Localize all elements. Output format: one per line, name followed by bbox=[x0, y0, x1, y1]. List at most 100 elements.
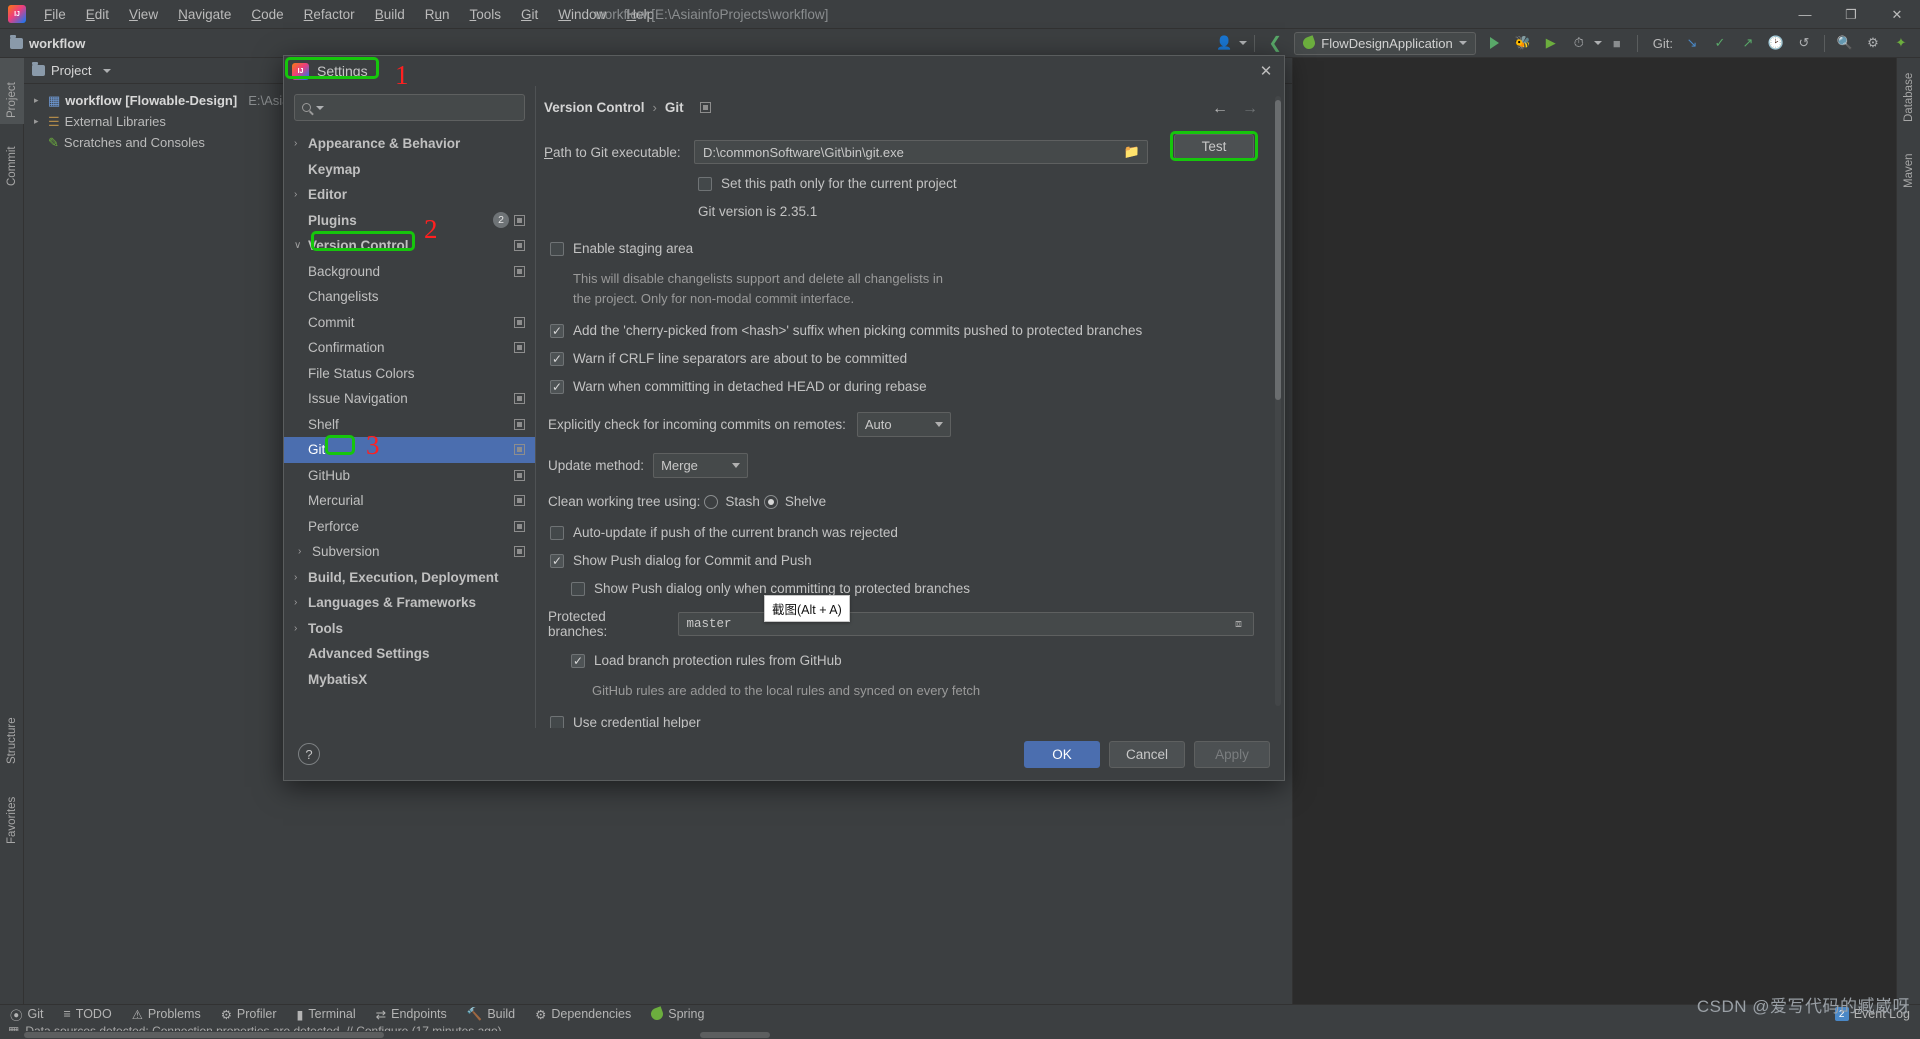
load-branch-rules-checkbox[interactable] bbox=[571, 653, 585, 668]
browse-folder-icon[interactable]: 📁 bbox=[1124, 144, 1140, 160]
settings-gear-icon[interactable]: ⚙ bbox=[1860, 31, 1886, 55]
menu-file[interactable]: FFileile bbox=[34, 4, 76, 25]
settings-tree-item-languages-frameworks[interactable]: › Languages & Frameworks bbox=[284, 590, 535, 616]
credential-helper-checkbox[interactable] bbox=[550, 715, 564, 728]
run-with-coverage-button[interactable]: ▶ bbox=[1538, 31, 1564, 55]
plugin-icon[interactable]: ✦ bbox=[1888, 31, 1914, 55]
crlf-row[interactable]: Warn if CRLF line separators are about t… bbox=[550, 351, 1254, 366]
scroll-thumb-left[interactable] bbox=[24, 1032, 384, 1038]
update-project-icon[interactable]: ❮ bbox=[1262, 31, 1288, 55]
settings-tree-item-editor[interactable]: › Editor bbox=[284, 182, 535, 208]
maximize-button[interactable]: ❐ bbox=[1828, 0, 1874, 29]
menu-tools[interactable]: Tools bbox=[460, 4, 512, 25]
apply-button[interactable]: Apply bbox=[1194, 740, 1270, 768]
settings-tree-item-perforce[interactable]: Perforce bbox=[284, 514, 535, 540]
search-input[interactable] bbox=[329, 100, 517, 115]
settings-vertical-scrollbar-thumb[interactable] bbox=[1275, 100, 1281, 400]
settings-tree-item-advanced-settings[interactable]: Advanced Settings bbox=[284, 641, 535, 667]
incoming-commits-dropdown[interactable]: Auto bbox=[856, 412, 951, 437]
bottom-tab-spring[interactable]: Spring bbox=[641, 1005, 714, 1024]
menu-build[interactable]: Build bbox=[365, 4, 415, 25]
git-update-icon[interactable]: ↘ bbox=[1679, 31, 1705, 55]
settings-tree-item-issue-navigation[interactable]: Issue Navigation bbox=[284, 386, 535, 412]
chevron-right-icon-2[interactable]: › bbox=[294, 189, 308, 200]
settings-tree-item-version-control[interactable]: ∨ Version Control bbox=[284, 233, 535, 259]
cancel-button[interactable]: Cancel bbox=[1108, 740, 1185, 768]
settings-tree-item-background[interactable]: Background bbox=[284, 259, 535, 285]
menu-view[interactable]: View bbox=[119, 4, 168, 25]
search-chevron-down-icon[interactable] bbox=[316, 105, 324, 110]
scroll-thumb-mid[interactable] bbox=[700, 1032, 770, 1038]
debug-button[interactable]: 🐝 bbox=[1510, 31, 1536, 55]
menu-refactor[interactable]: Refactor bbox=[294, 4, 365, 25]
set-path-only-checkbox[interactable] bbox=[698, 176, 712, 191]
settings-tree-item-build-execution-deployment[interactable]: › Build, Execution, Deployment bbox=[284, 565, 535, 591]
tool-tab-database[interactable]: Database bbox=[1897, 58, 1920, 128]
settings-tree-item-changelists[interactable]: Changelists bbox=[284, 284, 535, 310]
tool-tab-project[interactable]: Project bbox=[0, 58, 24, 124]
menu-run[interactable]: Run bbox=[415, 4, 460, 25]
set-path-only-row[interactable]: Set this path only for the current proje… bbox=[698, 176, 1254, 191]
window-controls[interactable]: — ❐ ✕ bbox=[1782, 0, 1920, 29]
test-git-button[interactable]: Test bbox=[1174, 134, 1254, 159]
settings-search-box[interactable] bbox=[294, 94, 525, 121]
help-button[interactable]: ? bbox=[298, 743, 320, 765]
tool-tab-structure[interactable]: Structure bbox=[0, 698, 24, 770]
credential-helper-row[interactable]: Use credential helper bbox=[550, 715, 1254, 728]
settings-tree-item-github[interactable]: GitHub bbox=[284, 463, 535, 489]
close-window-button[interactable]: ✕ bbox=[1874, 0, 1920, 29]
tool-tab-commit[interactable]: Commit bbox=[0, 130, 24, 192]
menu-code[interactable]: Code bbox=[241, 4, 293, 25]
menu-bar[interactable]: FFileile Edit View Navigate Code Refacto… bbox=[34, 4, 664, 25]
profiler-chevron-down-icon[interactable] bbox=[1593, 41, 1602, 45]
expand-editor-icon[interactable]: ⧈ bbox=[1235, 618, 1247, 630]
chevron-right-icon[interactable]: › bbox=[294, 138, 308, 149]
show-push-protected-checkbox[interactable] bbox=[571, 581, 585, 596]
bottom-tab-problems[interactable]: ⚠ Problems bbox=[122, 1005, 211, 1024]
profiler-button[interactable]: ⏱ bbox=[1566, 31, 1592, 55]
settings-close-button[interactable]: ✕ bbox=[1256, 61, 1276, 81]
stop-button[interactable]: ■ bbox=[1604, 31, 1630, 55]
chevron-right-icon-tools[interactable]: › bbox=[294, 623, 308, 634]
settings-tree-item-mercurial[interactable]: Mercurial bbox=[284, 488, 535, 514]
bottom-tab-profiler[interactable]: ⚙ Profiler bbox=[211, 1005, 287, 1024]
horizontal-scroll-strip[interactable] bbox=[0, 1031, 1920, 1039]
settings-tree-item-subversion[interactable]: › Subversion bbox=[284, 539, 535, 565]
settings-tree-item-keymap[interactable]: Keymap bbox=[284, 157, 535, 183]
autoupdate-row[interactable]: Auto-update if push of the current branc… bbox=[550, 525, 1254, 540]
chevron-right-icon-bed[interactable]: › bbox=[294, 572, 308, 583]
settings-tree-item-confirmation[interactable]: Confirmation bbox=[284, 335, 535, 361]
detached-head-checkbox[interactable] bbox=[550, 379, 564, 394]
clean-tree-stash-radio[interactable] bbox=[704, 494, 719, 509]
bottom-tab-todo[interactable]: ≡ TODO bbox=[54, 1005, 122, 1024]
minimize-button[interactable]: — bbox=[1782, 0, 1828, 29]
load-branch-rules-row[interactable]: Load branch protection rules from GitHub bbox=[571, 653, 1254, 668]
git-path-input[interactable]: D:\commonSoftware\Git\bin\git.exe 📁 bbox=[694, 140, 1148, 164]
detached-head-row[interactable]: Warn when committing in detached HEAD or… bbox=[550, 379, 1254, 394]
git-commit-icon[interactable]: ✓ bbox=[1707, 31, 1733, 55]
settings-tree-item-git[interactable]: Git bbox=[284, 437, 535, 463]
breadcrumb-parent[interactable]: Version Control bbox=[544, 100, 645, 115]
run-button[interactable] bbox=[1482, 31, 1508, 55]
menu-navigate[interactable]: Navigate bbox=[168, 4, 241, 25]
user-account-icon[interactable]: 👤 bbox=[1211, 31, 1237, 55]
back-arrow-icon[interactable]: ← bbox=[1212, 100, 1228, 118]
update-method-dropdown[interactable]: Merge bbox=[653, 453, 749, 478]
tool-tab-maven[interactable]: Maven bbox=[1897, 136, 1920, 194]
history-icon[interactable]: 🕑 bbox=[1763, 31, 1789, 55]
settings-tree-item-plugins[interactable]: Plugins 2 bbox=[284, 208, 535, 234]
git-push-icon[interactable]: ↗ bbox=[1735, 31, 1761, 55]
project-chip[interactable]: workflow bbox=[10, 34, 85, 51]
show-push-checkbox[interactable] bbox=[550, 553, 564, 568]
bottom-tab-dependencies[interactable]: ⚙ Dependencies bbox=[525, 1005, 641, 1024]
chevron-down-icon[interactable]: ∨ bbox=[294, 240, 308, 251]
tool-tab-favorites[interactable]: Favorites bbox=[0, 778, 24, 850]
enable-staging-checkbox[interactable] bbox=[550, 241, 564, 256]
show-push-protected-row[interactable]: Show Push dialog only when committing to… bbox=[571, 581, 1254, 596]
project-view-chevron-down-icon[interactable] bbox=[103, 68, 112, 73]
ok-button[interactable]: OK bbox=[1023, 740, 1100, 768]
chevron-right-icon-lf[interactable]: › bbox=[294, 597, 308, 608]
undo-icon[interactable]: ↺ bbox=[1791, 31, 1817, 55]
search-everywhere-icon[interactable]: 🔍 bbox=[1832, 31, 1858, 55]
settings-tree-item-appearance[interactable]: › Appearance & Behavior bbox=[284, 131, 535, 157]
